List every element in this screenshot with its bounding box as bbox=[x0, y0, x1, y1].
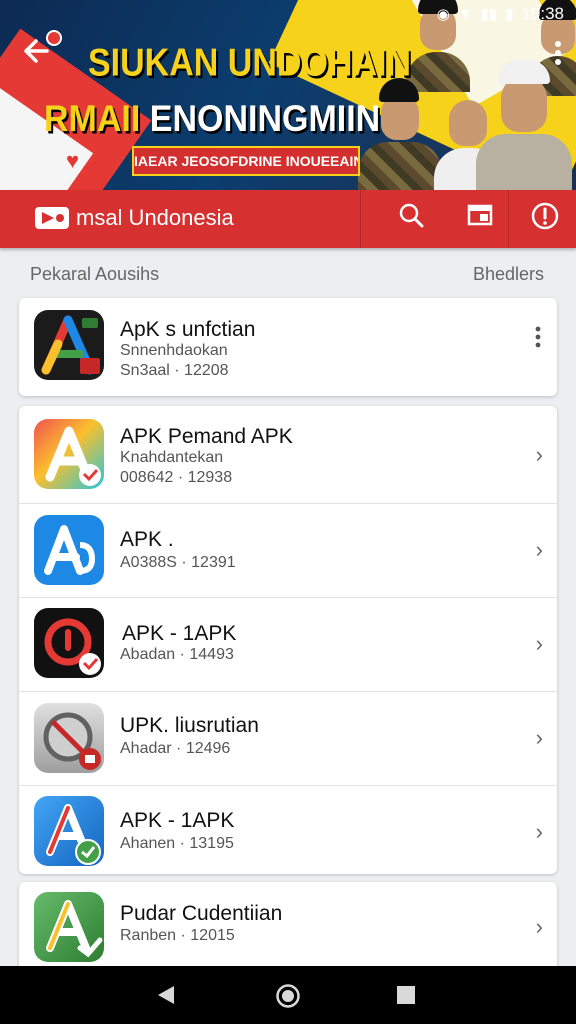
sync-icon: ◉ bbox=[436, 6, 450, 23]
appbar-divider bbox=[360, 190, 361, 248]
section-title: Pekaral Aousihs bbox=[30, 264, 160, 284]
status-time: 10:38 bbox=[521, 4, 564, 23]
promo-banner[interactable]: ◉ ▼ ▮▮ ▮ 10:38 SIUKAN UNDOHAIN RMAII ENO… bbox=[0, 0, 576, 190]
app-meta: A0388S · 12391 bbox=[120, 554, 236, 571]
app-icon bbox=[34, 796, 104, 866]
app-meta: Ahadar · 12496 bbox=[120, 740, 231, 757]
app-name: APK - 1APK bbox=[120, 809, 235, 832]
banner-headline-2: RMAII ENONINGMIIN bbox=[44, 98, 380, 141]
banner-headline-1: SIUKAN UNDOHAIN bbox=[88, 41, 411, 85]
banner-headline-2-accent: RMAII bbox=[44, 98, 150, 140]
list-item[interactable]: APK . A0388S · 12391 › bbox=[19, 504, 557, 598]
chevron-right-icon: › bbox=[535, 537, 543, 562]
list-item[interactable]: APK - 1APK Ahanen · 13195 › bbox=[19, 786, 557, 878]
window-icon[interactable] bbox=[462, 201, 498, 237]
app-meta: Sn3aal · 12208 bbox=[120, 362, 229, 379]
app-meta: Ahanen · 13195 bbox=[120, 835, 234, 852]
app-name: UPK. liusrutian bbox=[120, 714, 259, 737]
back-arrow-icon[interactable] bbox=[20, 36, 50, 72]
list-item[interactable]: APK Pemand APK Knahdantekan 008642 · 129… bbox=[19, 406, 557, 504]
app-name: APK - 1APK bbox=[122, 622, 237, 645]
app-meta: Abadan · 14493 bbox=[120, 646, 234, 663]
nav-home-icon[interactable] bbox=[275, 983, 301, 1014]
app-name: APK Pemand APK bbox=[120, 425, 293, 448]
app-bar: msal Undonesia bbox=[0, 190, 576, 248]
person-center bbox=[476, 60, 572, 190]
banner-ribbon: IAEAR JEOSOFDRINE INOUEEAIN bbox=[132, 146, 360, 176]
chevron-right-icon: › bbox=[535, 914, 543, 939]
list-item[interactable]: APK - 1APK Abadan · 14493 › bbox=[19, 598, 557, 692]
app-logo-icon bbox=[34, 206, 70, 230]
app-icon bbox=[34, 419, 104, 489]
app-icon-featured bbox=[34, 310, 104, 380]
nav-recents-icon[interactable] bbox=[396, 985, 416, 1010]
appbar-divider bbox=[508, 190, 509, 248]
app-name: Pudar Cudentiian bbox=[120, 902, 283, 925]
battery-icon: ▮ bbox=[505, 6, 514, 23]
app-icon bbox=[34, 515, 104, 585]
chevron-right-icon: › bbox=[535, 631, 543, 656]
featured-app-card[interactable]: ApK s unfctian Snnenhdaokan Sn3aal · 122… bbox=[19, 298, 557, 396]
more-vert-icon[interactable] bbox=[554, 40, 562, 70]
app-subtitle: Knahdantekan bbox=[120, 449, 224, 466]
app-icon bbox=[34, 703, 104, 773]
section-filter-link[interactable]: Bhedlers bbox=[473, 264, 544, 285]
app-meta: 008642 · 12938 bbox=[120, 469, 233, 486]
signal-icon: ▮▮ bbox=[480, 6, 498, 23]
banner-headline-2-rest: ENONINGMIIN bbox=[149, 98, 381, 140]
record-indicator-icon bbox=[46, 30, 62, 46]
app-name: APK . bbox=[120, 528, 174, 551]
swirl-icon: ⤳ bbox=[104, 148, 119, 168]
app-card[interactable]: Pudar Cudentiian Ranben · 12015 › bbox=[19, 882, 557, 978]
app-name: ApK s unfctian bbox=[120, 318, 256, 341]
heart-icon: ♥ bbox=[66, 148, 80, 173]
app-meta: Ranben · 12015 bbox=[120, 927, 235, 944]
app-subtitle: Snnenhdaokan bbox=[120, 342, 228, 359]
search-icon[interactable] bbox=[393, 201, 429, 237]
chevron-right-icon: › bbox=[535, 819, 543, 844]
status-bar: ◉ ▼ ▮▮ ▮ 10:38 bbox=[437, 4, 564, 24]
app-icon bbox=[34, 608, 104, 678]
app-icon bbox=[34, 892, 104, 962]
wifi-icon: ▼ bbox=[457, 5, 473, 23]
chevron-right-icon: › bbox=[535, 442, 543, 467]
list-item[interactable]: UPK. liusrutian Ahadar · 12496 › bbox=[19, 692, 557, 786]
system-nav-bar bbox=[0, 966, 576, 1024]
app-title: msal Undonesia bbox=[76, 205, 234, 230]
alert-icon[interactable] bbox=[527, 201, 563, 237]
more-vert-icon[interactable] bbox=[531, 326, 545, 353]
chevron-right-icon: › bbox=[535, 725, 543, 750]
nav-back-icon[interactable] bbox=[156, 984, 176, 1011]
app-list-card: APK Pemand APK Knahdantekan 008642 · 129… bbox=[19, 406, 557, 874]
